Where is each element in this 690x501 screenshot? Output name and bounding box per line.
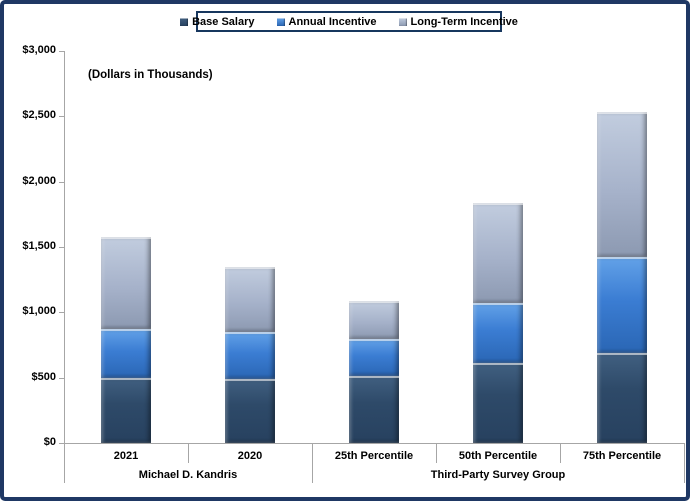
bar-25th-percentile (349, 51, 399, 443)
segment-annual (597, 257, 647, 352)
segment-lti (101, 237, 151, 329)
segment-annual (473, 303, 523, 362)
category-label: 75th Percentile (560, 450, 684, 462)
group-label: Michael D. Kandris (64, 469, 312, 481)
bar-75th-percentile (597, 51, 647, 443)
category-label: 25th Percentile (312, 450, 436, 462)
category-label: 2020 (188, 450, 312, 462)
y-axis-label: $3,000 (6, 44, 56, 56)
y-axis-label: $500 (6, 371, 56, 383)
legend-label: Base Salary (192, 16, 254, 28)
legend-item-lti: Long-Term Incentive (399, 16, 518, 28)
y-axis-tick (59, 378, 64, 379)
segment-base (225, 379, 275, 443)
y-axis-tick (59, 116, 64, 117)
chart-legend: Base SalaryAnnual IncentiveLong-Term Inc… (196, 11, 502, 32)
y-axis-tick (59, 247, 64, 248)
y-axis-tick (59, 51, 64, 52)
legend-swatch-base (180, 18, 188, 26)
group-separator (684, 443, 685, 483)
segment-base (473, 363, 523, 443)
y-axis-label: $1,000 (6, 305, 56, 317)
y-axis-tick (59, 312, 64, 313)
legend-label: Long-Term Incentive (411, 16, 518, 28)
chart-frame: Base Salary Annual Incentive Long-Term Inc… (0, 0, 690, 501)
legend-swatch-annual (277, 18, 285, 26)
segment-base (101, 378, 151, 443)
legend-item-annual: Annual Incentive (277, 16, 377, 28)
category-separator (188, 443, 189, 463)
category-separator (436, 443, 437, 463)
segment-lti (597, 112, 647, 258)
legend-swatch-lti (399, 18, 407, 26)
group-label: Third-Party Survey Group (312, 469, 684, 481)
segment-annual (349, 339, 399, 376)
segment-lti (349, 301, 399, 340)
segment-lti (225, 267, 275, 332)
segment-annual (101, 329, 151, 377)
category-label: 2021 (64, 450, 188, 462)
segment-base (349, 376, 399, 443)
category-separator (560, 443, 561, 463)
legend-item-base: Base Salary (180, 16, 254, 28)
y-axis-tick (59, 182, 64, 183)
segment-lti (473, 203, 523, 304)
y-axis-line (64, 51, 65, 483)
bar-2021 (101, 51, 151, 443)
y-axis-label: $2,000 (6, 175, 56, 187)
x-axis-line (64, 443, 684, 444)
bar-50th-percentile (473, 51, 523, 443)
segment-base (597, 353, 647, 443)
y-axis-label: $1,500 (6, 240, 56, 252)
segment-annual (225, 332, 275, 379)
y-axis-label: $0 (6, 436, 56, 448)
y-axis-label: $2,500 (6, 109, 56, 121)
bar-2020 (225, 51, 275, 443)
legend-label: Annual Incentive (289, 16, 377, 28)
category-label: 50th Percentile (436, 450, 560, 462)
